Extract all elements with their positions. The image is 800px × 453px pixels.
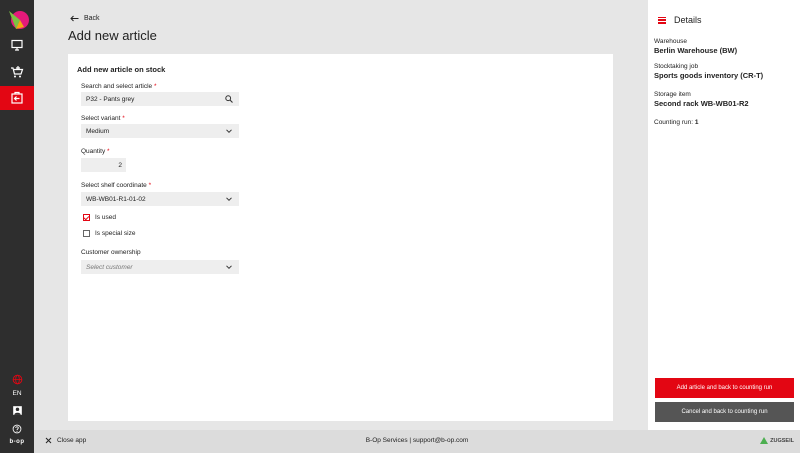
cart-icon xyxy=(11,66,24,78)
is-special-size-checkbox[interactable] xyxy=(83,230,90,237)
zugseil-logo-icon xyxy=(760,437,769,444)
back-link[interactable]: Back xyxy=(70,15,100,22)
main-content: Back Add new article Add new article on … xyxy=(34,0,648,430)
chevron-down-icon xyxy=(226,197,232,202)
footer-brand: ZUGSEIL xyxy=(760,437,794,444)
chevron-down-icon xyxy=(226,265,232,270)
globe-icon xyxy=(12,374,22,384)
sidebar: EN b-op xyxy=(0,0,34,453)
inventory-icon xyxy=(11,91,23,104)
storage-item-value: Second rack WB-WB01-R2 xyxy=(654,99,749,108)
nav-monitor-button[interactable] xyxy=(0,33,34,57)
is-special-size-label[interactable]: Is special size xyxy=(95,230,135,237)
stocktaking-job-value: Sports goods inventory (CR-T) xyxy=(654,71,764,80)
back-label[interactable]: Back xyxy=(84,15,100,22)
quantity-value: 2 xyxy=(118,161,122,169)
is-used-row: Is used xyxy=(83,214,116,221)
is-special-size-row: Is special size xyxy=(83,230,135,237)
shelf-field-label: Select shelf coordinate * xyxy=(81,182,152,189)
variant-select-value: Medium xyxy=(86,127,110,135)
quantity-input[interactable]: 2 xyxy=(81,158,126,172)
footer: Close app B-Op Services | support@b-op.c… xyxy=(34,430,800,453)
nav-language-button[interactable] xyxy=(0,369,34,389)
footer-contact: B-Op Services | support@b-op.com xyxy=(365,437,469,444)
footer-brand-text: ZUGSEIL xyxy=(770,437,794,444)
nav-inventory-button[interactable] xyxy=(0,86,34,110)
details-header: Details xyxy=(658,15,702,25)
storage-item-detail: Storage item Second rack WB-WB01-R2 xyxy=(654,91,749,108)
article-search-value: P32 - Pants grey xyxy=(86,95,135,103)
counting-run-label: Counting run: xyxy=(654,119,694,126)
user-icon xyxy=(12,405,22,415)
counting-run-value: 1 xyxy=(694,119,699,126)
app-logo xyxy=(6,7,30,31)
help-icon xyxy=(12,424,22,434)
stocktaking-job-detail: Stocktaking job Sports goods inventory (… xyxy=(654,63,763,80)
warehouse-label: Warehouse xyxy=(654,38,687,45)
search-icon[interactable] xyxy=(225,95,233,103)
customer-field-label: Customer ownership xyxy=(81,249,141,256)
page-title: Add new article xyxy=(68,28,157,43)
menu-icon[interactable] xyxy=(658,16,666,24)
chevron-down-icon xyxy=(226,129,232,134)
cancel-button[interactable]: Cancel and back to counting run xyxy=(655,402,794,422)
is-used-checkbox[interactable] xyxy=(83,214,90,221)
language-label[interactable]: EN xyxy=(0,390,34,397)
counting-run: Counting run: 1 xyxy=(654,119,698,126)
form-section-title: Add new article on stock xyxy=(77,65,166,74)
quantity-field-label: Quantity * xyxy=(81,148,110,155)
shelf-coordinate-select[interactable]: WB-WB01-R1-01-02 xyxy=(81,192,239,206)
details-title: Details xyxy=(674,15,702,25)
nav-help-button[interactable] xyxy=(0,421,34,437)
nav-cart-button[interactable] xyxy=(0,60,34,84)
monitor-icon xyxy=(11,39,23,51)
nav-user-button[interactable] xyxy=(0,402,34,418)
is-used-label[interactable]: Is used xyxy=(95,214,116,221)
customer-select-placeholder: Select customer xyxy=(86,263,133,271)
article-field-label: Search and select article * xyxy=(81,83,157,90)
back-arrow-icon xyxy=(70,15,79,22)
article-search-input[interactable]: P32 - Pants grey xyxy=(81,92,239,106)
storage-item-label: Storage item xyxy=(654,91,691,98)
sidebar-brand: b-op xyxy=(9,439,25,445)
article-form-card: Add new article on stock Search and sele… xyxy=(68,54,613,421)
details-panel: Details Warehouse Berlin Warehouse (BW) … xyxy=(648,0,800,430)
shelf-select-value: WB-WB01-R1-01-02 xyxy=(86,195,146,203)
variant-select[interactable]: Medium xyxy=(81,124,239,138)
customer-ownership-select[interactable]: Select customer xyxy=(81,260,239,274)
add-article-button[interactable]: Add article and back to counting run xyxy=(655,378,794,398)
warehouse-value: Berlin Warehouse (BW) xyxy=(654,46,738,55)
variant-field-label: Select variant * xyxy=(81,115,125,122)
warehouse-detail: Warehouse Berlin Warehouse (BW) xyxy=(654,38,737,55)
stocktaking-job-label: Stocktaking job xyxy=(654,63,699,70)
